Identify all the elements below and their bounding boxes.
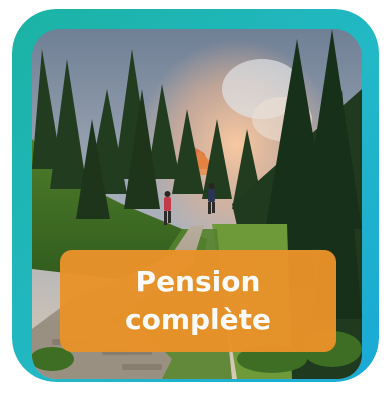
- pension-complete-label[interactable]: Pension complète: [60, 250, 336, 352]
- label-line-2: complète: [124, 303, 271, 336]
- pension-complete-tile[interactable]: Pension complète: [12, 9, 379, 382]
- label-line-1: Pension: [135, 265, 261, 298]
